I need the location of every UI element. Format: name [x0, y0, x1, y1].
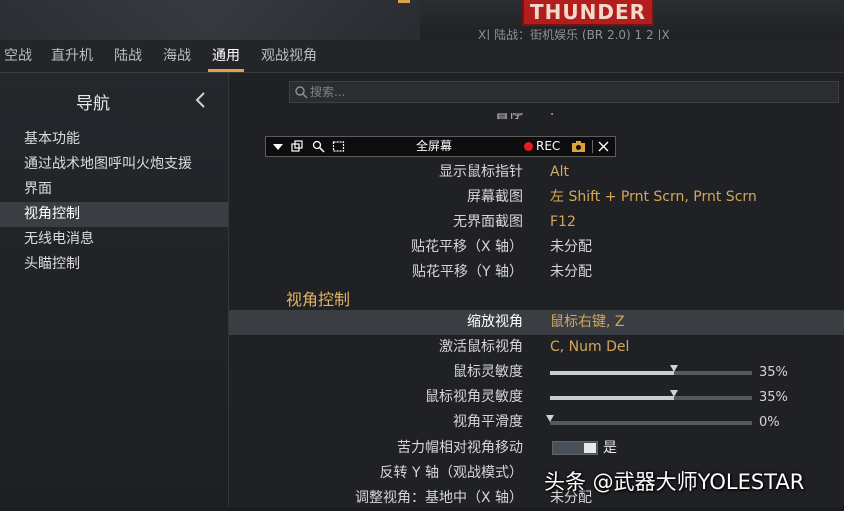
toolbar-divider — [592, 140, 593, 153]
game-logo: THUNDER — [522, 0, 654, 26]
slider-value: 35% — [759, 365, 788, 380]
setting-row-screenshot[interactable]: 屏幕截图 左 Shift + Prnt Scrn, Prnt Scrn — [229, 185, 844, 210]
slider-fill — [550, 396, 674, 400]
setting-label: 贴花平移（X 轴） — [410, 239, 523, 255]
setting-row-show-cursor[interactable]: 显示鼠标指针 Alt — [229, 160, 844, 185]
setting-value: 鼠标右键, Z — [550, 314, 625, 330]
dropdown-arrow-icon[interactable] — [272, 140, 284, 153]
slider-fill — [550, 371, 674, 375]
chevron-left-icon — [195, 92, 205, 108]
mouse-sensitivity-slider[interactable] — [550, 365, 752, 375]
mouse-view-sensitivity-slider[interactable] — [550, 390, 752, 400]
slider-value: 0% — [759, 415, 780, 430]
nav-item-interface[interactable]: 界面 — [0, 177, 228, 202]
setting-value: 未分配 — [550, 264, 592, 280]
setting-row-decal-x[interactable]: 贴花平移（X 轴） 未分配 — [229, 235, 844, 260]
slider-value: 35% — [759, 390, 788, 405]
screen-recorder-toolbar: 全屏幕 REC — [265, 136, 616, 157]
region-select-icon[interactable] — [332, 140, 345, 153]
camera-icon[interactable] — [571, 140, 586, 153]
section-title: 视角控制 — [286, 290, 351, 309]
banner-background — [0, 0, 420, 40]
tab-helicopter[interactable]: 直升机 — [51, 40, 93, 72]
search-input[interactable] — [310, 82, 830, 102]
setting-label: 缩放视角 — [467, 314, 523, 330]
banner-accent — [398, 0, 410, 3]
search-icon — [295, 86, 308, 99]
zoom-icon[interactable] — [312, 140, 325, 153]
window-mode-icon[interactable] — [291, 140, 303, 153]
tab-spectator[interactable]: 观战视角 — [261, 40, 317, 72]
search-box — [289, 81, 839, 103]
setting-row-mouse-sensitivity: 鼠标灵敏度 35% — [229, 360, 844, 385]
setting-row-relative-view: 苦力帽相对视角移动 是 — [229, 436, 844, 461]
game-mode-label[interactable]: X| 陆战：街机娱乐 (BR 2.0) 1 2 |X — [478, 26, 670, 40]
record-dot-icon[interactable] — [524, 142, 533, 151]
setting-label: 贴花平移（Y 轴） — [411, 264, 523, 280]
slider-handle[interactable] — [670, 365, 678, 372]
setting-label: 反转 Y 轴（观战模式） — [379, 465, 523, 481]
collapse-nav-button[interactable] — [192, 89, 210, 111]
view-smoothness-slider[interactable] — [546, 415, 752, 425]
setting-row-mouse-view-sensitivity: 鼠标视角灵敏度 35% — [229, 385, 844, 410]
setting-label: 鼠标灵敏度 — [453, 364, 523, 380]
record-button[interactable]: REC — [536, 137, 560, 156]
setting-value: F12 — [550, 214, 576, 230]
setting-label: 调整视角：基地中（X 轴） — [354, 490, 523, 506]
setting-value: 未分配 — [550, 239, 592, 255]
setting-label: 无界面截图 — [453, 214, 523, 230]
nav-list: 基本功能 通过战术地图呼叫火炮支援 界面 视角控制 无线电消息 头瞄控制 — [0, 127, 228, 277]
setting-row-view-smoothness: 视角平滑度 0% — [229, 410, 844, 435]
setting-row-zoom[interactable]: 缩放视角 鼠标右键, Z — [229, 310, 844, 335]
setting-value: C, Num Del — [550, 339, 630, 355]
setting-value: P — [550, 113, 558, 119]
nav-item-radio[interactable]: 无线电消息 — [0, 227, 228, 252]
setting-label: 鼠标视角灵敏度 — [425, 389, 523, 405]
fullscreen-label[interactable]: 全屏幕 — [416, 137, 452, 156]
setting-label: 屏幕截图 — [467, 189, 523, 205]
close-icon[interactable] — [598, 140, 609, 153]
top-banner: THUNDER X| 陆战：街机娱乐 (BR 2.0) 1 2 |X — [0, 0, 844, 40]
setting-label: 显示鼠标指针 — [439, 164, 523, 180]
nav-item-view-control[interactable]: 视角控制 — [0, 202, 228, 227]
tab-naval[interactable]: 海战 — [163, 40, 191, 72]
setting-row-decal-y[interactable]: 贴花平移（Y 轴） 未分配 — [229, 260, 844, 285]
setting-label: 苦力帽相对视角移动 — [397, 440, 523, 456]
setting-row-pause[interactable]: 暂停 P — [229, 113, 844, 127]
toggle-state: 是 — [603, 440, 617, 456]
nav-title: 导航 — [76, 94, 110, 114]
navigation-sidebar: 导航 基本功能 通过战术地图呼叫火炮支援 界面 视角控制 无线电消息 头瞄控制 — [0, 73, 229, 507]
nav-item-head-tracking[interactable]: 头瞄控制 — [0, 252, 228, 277]
tab-common[interactable]: 通用 — [208, 40, 244, 72]
setting-label: 视角平滑度 — [453, 414, 523, 430]
setting-label: 激活鼠标视角 — [439, 339, 523, 355]
setting-value: Alt — [550, 164, 569, 180]
setting-label: 暂停 — [495, 113, 523, 122]
controls-tab-bar: 空战 直升机 陆战 海战 通用 观战视角 — [0, 40, 844, 73]
setting-row-ui-free-screenshot[interactable]: 无界面截图 F12 — [229, 210, 844, 235]
slider-handle[interactable] — [670, 390, 678, 397]
nav-item-basic[interactable]: 基本功能 — [0, 127, 228, 152]
slider-handle[interactable] — [546, 415, 554, 422]
toggle-thumb — [584, 443, 596, 453]
setting-row-mouse-view[interactable]: 激活鼠标视角 C, Num Del — [229, 335, 844, 360]
tab-ground[interactable]: 陆战 — [114, 40, 142, 72]
tab-air[interactable]: 空战 — [4, 40, 32, 72]
nav-item-artillery[interactable]: 通过战术地图呼叫火炮支援 — [0, 152, 228, 177]
relative-view-toggle[interactable] — [552, 441, 598, 455]
watermark: 头条 @武器大师YOLESTAR — [544, 470, 805, 494]
setting-value: 左 Shift + Prnt Scrn, Prnt Scrn — [550, 189, 757, 205]
